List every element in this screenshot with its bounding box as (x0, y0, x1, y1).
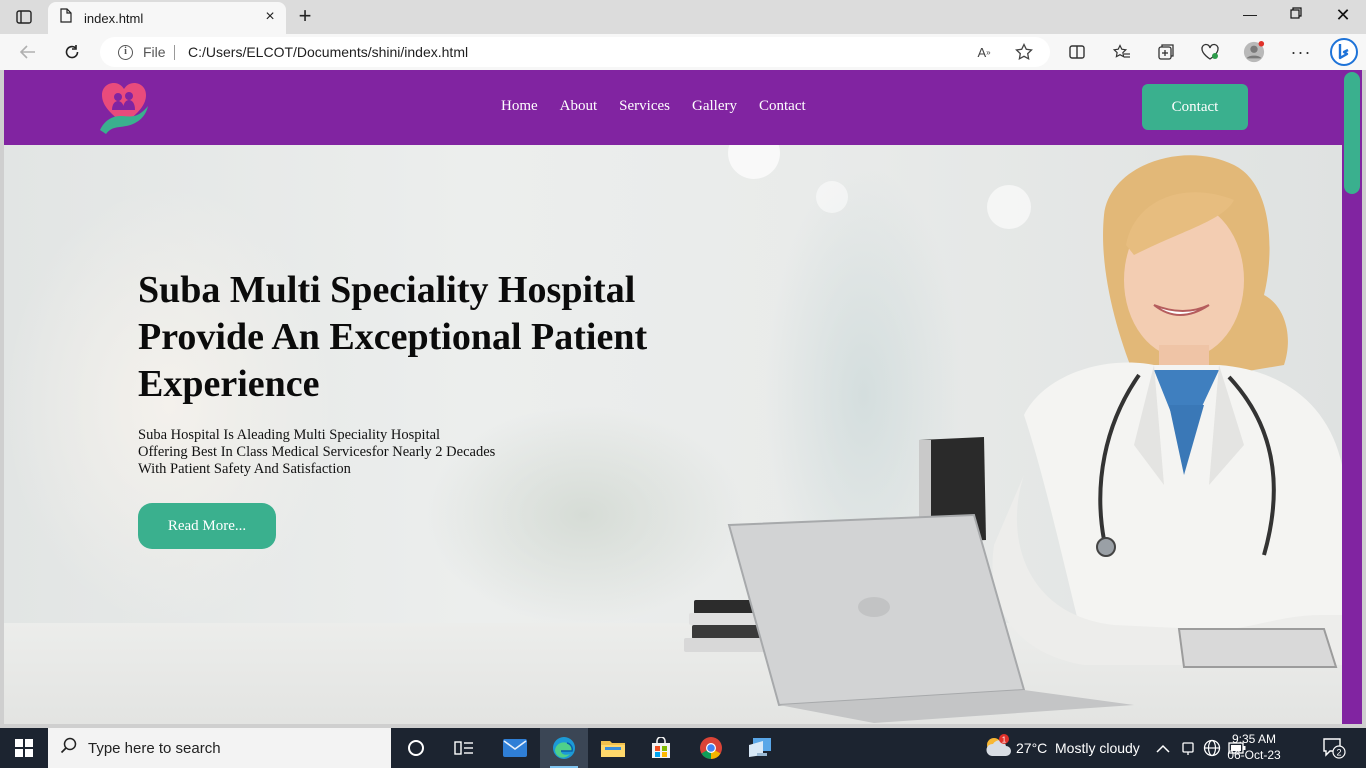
device-icon[interactable] (1181, 740, 1195, 761)
weather-badge: 1 (1002, 736, 1007, 745)
contact-button[interactable]: Contact (1142, 84, 1248, 130)
system-clock[interactable]: 9:35 AM 06-Oct-23 (1224, 731, 1284, 763)
site-navbar: Home About Services Gallery Contact Cont… (4, 70, 1342, 145)
restore-icon[interactable] (1284, 6, 1308, 26)
page-scrollbar-thumb[interactable] (1344, 72, 1360, 194)
close-tab-icon[interactable]: × (262, 9, 278, 26)
weather-description[interactable]: Mostly cloudy (1055, 740, 1140, 756)
read-aloud-icon[interactable]: A» (974, 42, 994, 62)
notification-count: 2 (1336, 748, 1341, 758)
weather-icon[interactable]: 1 (984, 734, 1012, 765)
browser-tab[interactable]: index.html × (48, 2, 286, 34)
window-frame (1362, 70, 1366, 724)
tab-title: index.html (84, 10, 144, 26)
page-viewport: Home About Services Gallery Contact Cont… (4, 70, 1342, 724)
weather-temperature[interactable]: 27°C (1016, 740, 1047, 756)
new-tab-button[interactable]: + (294, 5, 316, 28)
hospital-logo-icon[interactable] (98, 80, 150, 136)
close-window-icon[interactable]: ✕ (1331, 6, 1355, 26)
chrome-icon[interactable] (687, 728, 735, 768)
mail-icon[interactable] (491, 728, 539, 768)
edge-browser-icon[interactable] (540, 728, 588, 768)
search-placeholder: Type here to search (88, 739, 221, 757)
search-icon (60, 737, 78, 760)
microsoft-store-icon[interactable] (637, 728, 685, 768)
browser-tab-strip: index.html × + — ✕ (0, 0, 1366, 34)
nav-about-link[interactable]: About (560, 98, 598, 115)
profile-avatar[interactable] (1243, 41, 1265, 63)
hero-description-line: Suba Hospital Is Aleading Multi Speciali… (138, 427, 441, 443)
hero-description-line: With Patient Safety And Satisfaction (138, 461, 351, 477)
browser-toolbar: i File C:/Users/ELCOT/Documents/shini/in… (0, 34, 1366, 70)
minimize-icon[interactable]: — (1238, 6, 1262, 26)
url-text[interactable]: C:/Users/ELCOT/Documents/shini/index.htm… (188, 44, 468, 60)
windows-taskbar: Type here to search 1 27°C Mostly cloudy… (0, 728, 1366, 768)
refresh-icon[interactable] (60, 40, 84, 64)
taskbar-search-box[interactable]: Type here to search (48, 728, 391, 768)
site-info-button[interactable]: i File (118, 44, 166, 60)
read-more-button[interactable]: Read More... (138, 503, 276, 549)
hero-section: Suba Multi Speciality Hospital Provide A… (4, 145, 1342, 724)
cortana-icon[interactable] (392, 728, 440, 768)
nav-gallery-link[interactable]: Gallery (692, 98, 737, 115)
nav-home-link[interactable]: Home (501, 98, 538, 115)
url-scheme-label: File (143, 44, 166, 60)
collections-icon[interactable] (1155, 41, 1177, 63)
clock-date: 06-Oct-23 (1227, 748, 1281, 762)
doctor-with-laptop-image (684, 145, 1342, 723)
info-icon: i (118, 44, 133, 60)
remote-desktop-icon[interactable] (736, 728, 784, 768)
hero-title: Suba Multi Speciality Hospital Provide A… (138, 269, 648, 405)
hero-description: Suba Hospital Is Aleading Multi Speciali… (138, 427, 558, 478)
browser-essentials-icon[interactable] (1199, 41, 1221, 63)
network-globe-icon[interactable] (1203, 739, 1221, 762)
nav-contact-link[interactable]: Contact (759, 98, 806, 115)
notifications-icon[interactable]: 2 (1322, 737, 1346, 764)
file-explorer-icon[interactable] (589, 728, 637, 768)
back-icon[interactable] (16, 40, 40, 64)
more-menu-icon[interactable]: ··· (1290, 41, 1312, 63)
hero-description-line: Offering Best In Class Medical Servicesf… (138, 444, 496, 460)
page-icon (60, 8, 72, 28)
favorite-star-icon[interactable] (1014, 42, 1034, 62)
task-view-icon[interactable] (440, 728, 488, 768)
bing-chat-icon[interactable] (1328, 36, 1360, 68)
nav-services-link[interactable]: Services (619, 98, 670, 115)
chevron-up-icon[interactable] (1156, 741, 1170, 759)
favorites-icon[interactable] (1111, 41, 1133, 63)
clock-time: 9:35 AM (1231, 732, 1277, 746)
tab-actions-icon[interactable] (10, 6, 38, 28)
split-screen-icon[interactable] (1066, 41, 1088, 63)
main-menu: Home About Services Gallery Contact (501, 98, 806, 115)
address-bar[interactable]: i File C:/Users/ELCOT/Documents/shini/in… (100, 37, 1050, 67)
address-separator (174, 45, 175, 60)
windows-start-icon[interactable] (0, 728, 48, 768)
